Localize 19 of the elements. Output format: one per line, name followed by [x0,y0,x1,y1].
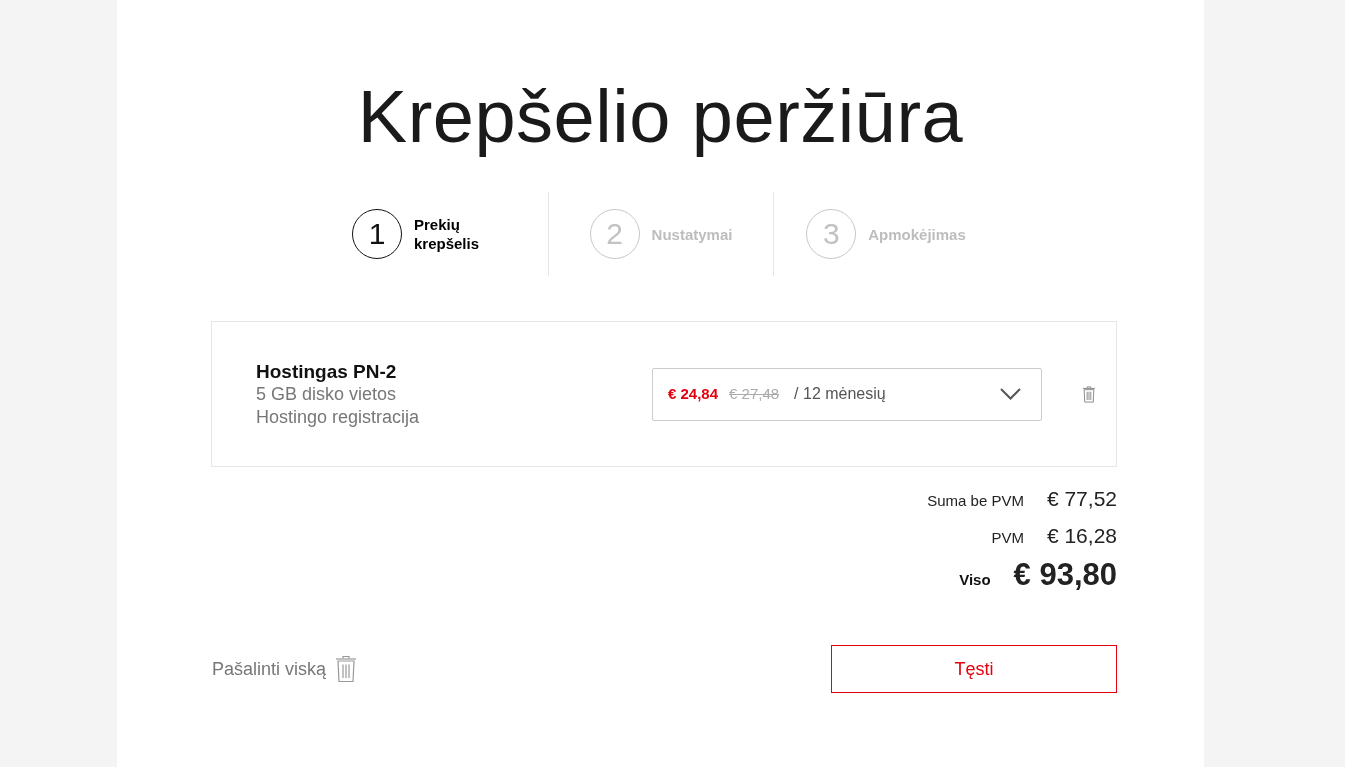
total-value: € 16,28 [1046,523,1117,548]
total-label: Viso [959,570,991,590]
total-label: PVM [991,527,1024,548]
product-detail: 5 GB disko vietos [256,382,398,406]
total-value: € 93,80 [1013,557,1117,593]
remove-all-button[interactable]: Pašalinti viską [212,655,358,683]
trash-icon [1082,385,1096,403]
delete-button[interactable] [1080,383,1098,405]
continue-button[interactable]: Tęsti [831,645,1117,693]
product-name: Hostingas PN-2 [256,359,398,383]
product-detail: Hostingo registracija [256,405,421,429]
step-number[interactable]: 1 [352,209,402,259]
total-value: € 77,52 [1046,487,1117,511]
trash-icon [335,655,358,683]
total-label: Suma be PVM [927,491,1024,511]
step-label[interactable]: Prekių krepšelis [414,215,519,253]
period-select[interactable]: € 24,84 € 27,48 / 12 mėnesių [652,367,1042,421]
chevron-down-icon [1000,388,1021,400]
page-title: Krepšelio peržiūra [356,78,965,156]
